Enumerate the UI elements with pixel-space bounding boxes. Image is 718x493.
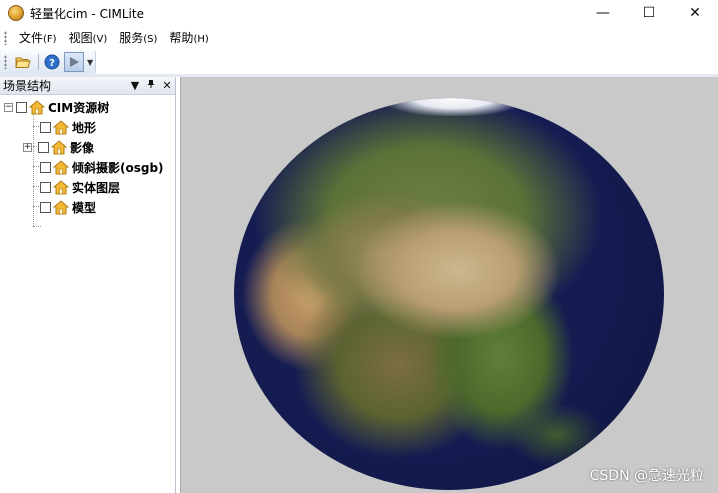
menu-service-label: 服务 [119, 31, 144, 45]
help-icon: ? [44, 54, 60, 70]
open-folder-icon [15, 57, 31, 68]
menu-grip-icon[interactable] [4, 31, 7, 45]
tree-node-label: 倾斜摄影(osgb) [72, 160, 164, 175]
scene-structure-panel: 场景结构 ▼ ✕ − CIM资源树 地形 + 影像 倾斜摄影(osgb) 实体图… [0, 77, 176, 493]
tree-node-label: 影像 [70, 140, 95, 155]
help-button[interactable]: ? [42, 52, 62, 72]
scene-viewport[interactable]: CSDN @急速光粒 [180, 77, 718, 493]
menu-view-key: (V) [92, 34, 108, 45]
tree-checkbox[interactable] [40, 121, 51, 133]
panel-pin-icon[interactable] [143, 79, 159, 92]
close-button[interactable]: ✕ [672, 0, 718, 26]
house-icon [53, 119, 69, 134]
panel-dropdown-icon[interactable]: ▼ [127, 79, 143, 92]
play-button[interactable] [64, 52, 84, 72]
tree-checkbox-root[interactable] [16, 101, 27, 113]
menu-help[interactable]: 帮助(H) [163, 28, 214, 48]
tree-guide-line [33, 226, 41, 227]
menu-help-label: 帮助 [169, 31, 194, 45]
minimize-button[interactable]: — [580, 0, 626, 26]
tree-node-terrain[interactable]: 地形 [0, 117, 175, 137]
menu-file-key: (F) [43, 34, 57, 45]
maximize-button[interactable]: ☐ [626, 0, 672, 26]
watermark-text: CSDN @急速光粒 [589, 468, 704, 484]
window-title: 轻量化cim - CIMLite [30, 6, 144, 21]
tree-checkbox[interactable] [40, 201, 51, 213]
play-icon [70, 57, 79, 67]
tree-checkbox[interactable] [40, 181, 51, 193]
collapse-icon[interactable]: − [4, 102, 13, 112]
menu-bar: 文件(F) 视图(V) 服务(S) 帮助(H) [0, 27, 718, 49]
tree-node-entity-layer[interactable]: 实体图层 [0, 177, 175, 197]
menu-file[interactable]: 文件(F) [13, 28, 63, 48]
panel-title: 场景结构 [3, 79, 52, 93]
toolbar-separator [38, 54, 39, 70]
house-icon [53, 159, 69, 174]
menu-file-label: 文件 [19, 31, 44, 45]
tree-node-model[interactable]: 模型 [0, 197, 175, 217]
house-icon [53, 179, 69, 194]
svg-text:?: ? [49, 58, 55, 69]
resource-tree: − CIM资源树 地形 + 影像 倾斜摄影(osgb) 实体图层 模型 [0, 95, 175, 227]
tree-node-root[interactable]: − CIM资源树 [0, 97, 175, 117]
globe-shading [234, 98, 664, 490]
tree-node-label: 地形 [72, 120, 97, 135]
toolbar: ? ▼ [0, 50, 96, 74]
tree-checkbox[interactable] [38, 141, 49, 153]
panel-close-icon[interactable]: ✕ [159, 79, 175, 92]
panel-header: 场景结构 ▼ ✕ [0, 77, 175, 95]
tree-node-label: CIM资源树 [48, 100, 110, 115]
menu-service-key: (S) [143, 34, 158, 45]
house-icon [51, 139, 67, 154]
menu-service[interactable]: 服务(S) [113, 28, 163, 48]
house-icon [29, 99, 45, 114]
tree-node-label: 模型 [72, 200, 97, 215]
window-controls: — ☐ ✕ [580, 0, 718, 26]
house-icon [53, 199, 69, 214]
earth-globe[interactable] [234, 98, 664, 490]
open-folder-button[interactable] [13, 52, 33, 72]
expand-icon[interactable]: + [23, 142, 32, 152]
toolbar-grip-icon[interactable] [4, 55, 7, 69]
tree-node-oblique-photo[interactable]: 倾斜摄影(osgb) [0, 157, 175, 177]
tree-node-imagery[interactable]: + 影像 [0, 137, 175, 157]
title-bar: 轻量化cim - CIMLite — ☐ ✕ [0, 0, 718, 26]
tree-checkbox[interactable] [40, 161, 51, 173]
app-logo-icon [8, 5, 24, 21]
menu-view-label: 视图 [68, 31, 93, 45]
menu-help-key: (H) [193, 34, 209, 45]
menu-view[interactable]: 视图(V) [63, 28, 114, 48]
toolbar-overflow-icon[interactable]: ▼ [87, 58, 93, 67]
tree-node-label: 实体图层 [72, 180, 121, 195]
